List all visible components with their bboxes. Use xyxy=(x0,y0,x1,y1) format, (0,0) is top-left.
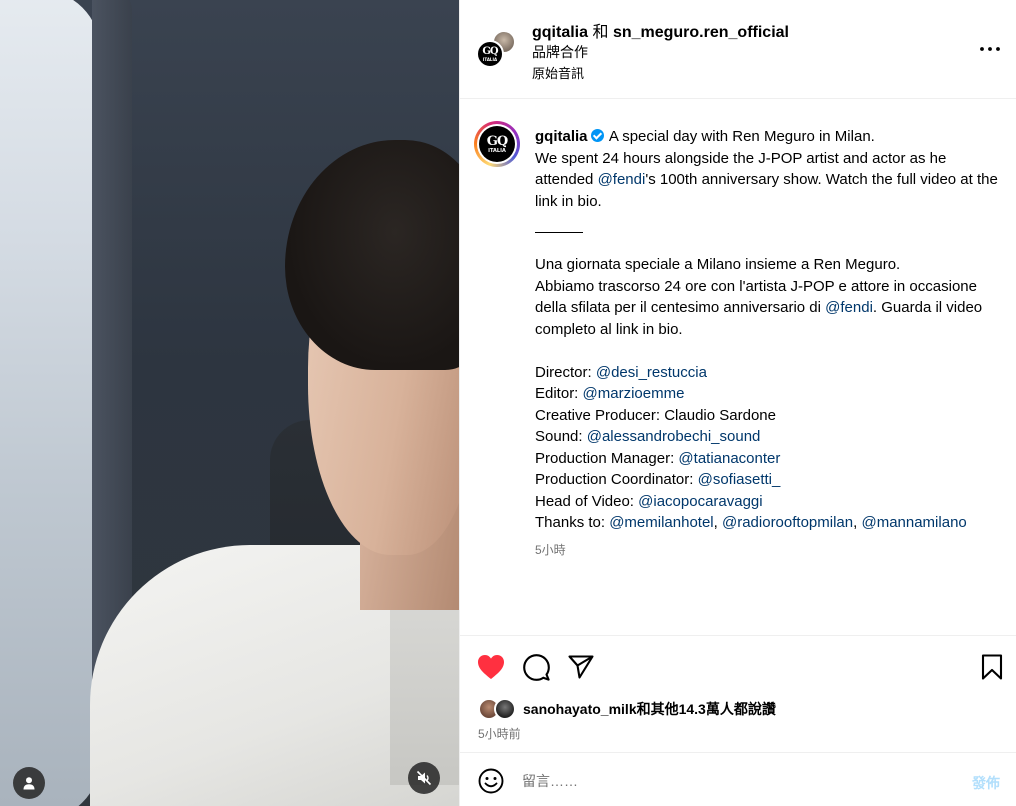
credit-mention-link[interactable]: @iacopocaravaggi xyxy=(638,493,762,510)
heart-filled-icon xyxy=(478,655,504,679)
credits-list: Director: @desi_restuccia Editor: @marzio… xyxy=(535,362,1005,534)
logo-subtext: ITALIA xyxy=(488,147,506,154)
credit-role: Production Manager: xyxy=(535,449,679,467)
post-details-panel: GQ ITALIA gqitalia 和 sn_meguro.ren_offic… xyxy=(459,0,1016,806)
caption-avatar[interactable]: GQ ITALIA xyxy=(474,121,520,167)
like-button[interactable] xyxy=(476,652,506,682)
post-comment-button[interactable]: 發佈 xyxy=(972,773,1000,793)
likes-summary[interactable]: sanohayato_milk和其他14.3萬人都說讚 xyxy=(478,698,776,720)
more-options-button[interactable] xyxy=(976,37,1004,61)
post-header: GQ ITALIA gqitalia 和 sn_meguro.ren_offic… xyxy=(460,0,1016,99)
credit-role: Creative Producer: Claudio Sardone xyxy=(535,406,776,424)
paid-partnership-label[interactable]: 品牌合作 xyxy=(532,42,588,62)
avatar-ring-inner: GQ ITALIA xyxy=(477,124,517,164)
caption-italian-paragraph: Abbiamo trascorso 24 ore con l'artista J… xyxy=(535,276,1005,341)
subject-hair xyxy=(285,140,459,370)
credit-line: Production Coordinator: @sofiasetti_ xyxy=(535,469,1005,491)
comment-button[interactable] xyxy=(521,652,551,682)
caption-english-paragraph: We spent 24 hours alongside the J-POP ar… xyxy=(535,148,1005,213)
person-icon xyxy=(23,777,35,790)
credit-line: Creative Producer: Claudio Sardone xyxy=(535,405,1005,427)
logo-text: GQ xyxy=(486,133,508,149)
comment-icon xyxy=(522,653,550,681)
caption-text: gqitalia A special day with Ren Meguro i… xyxy=(535,126,1005,561)
credit-mention-link[interactable]: @memilanhotel xyxy=(609,514,713,531)
caption-username-link[interactable]: gqitalia xyxy=(535,128,588,145)
likes-count-text[interactable]: sanohayato_milk和其他14.3萬人都說讚 xyxy=(523,699,776,719)
mention-fendi-link[interactable]: @fendi xyxy=(598,171,646,188)
bookmark-icon xyxy=(981,654,1003,680)
add-comment-bar: 發佈 xyxy=(460,754,1016,806)
credit-mention-link[interactable]: @radiorooftopmilan xyxy=(722,514,853,531)
emoji-icon[interactable] xyxy=(478,768,504,794)
comment-input[interactable] xyxy=(522,768,952,794)
credit-role: Head of Video: xyxy=(535,492,639,510)
author-names: gqitalia 和 sn_meguro.ren_official xyxy=(532,18,789,42)
credit-line: Head of Video: @iacopocaravaggi xyxy=(535,491,1005,513)
share-icon xyxy=(568,655,594,679)
credit-mention-link[interactable]: @desi_restuccia xyxy=(596,364,707,381)
author-username-link[interactable]: gqitalia xyxy=(532,24,588,41)
share-button[interactable] xyxy=(566,652,596,682)
separator-line xyxy=(535,232,583,233)
audio-muted-button[interactable] xyxy=(408,762,440,794)
speaker-muted-icon xyxy=(416,770,432,786)
credit-mention-link[interactable]: @sofiasetti_ xyxy=(698,471,781,488)
credit-role: Director: xyxy=(535,363,596,381)
credit-line: Editor: @marzioemme xyxy=(535,383,1005,405)
caption-first-line: gqitalia A special day with Ren Meguro i… xyxy=(535,126,1005,148)
credit-role: Sound: xyxy=(535,428,587,445)
post-video[interactable] xyxy=(0,0,459,806)
credit-mention-link[interactable]: @marzioemme xyxy=(583,385,685,402)
caption-line1: A special day with Ren Meguro in Milan. xyxy=(608,128,875,145)
credit-mention-link[interactable]: @tatianaconter xyxy=(678,450,780,467)
liker-avatars xyxy=(478,698,520,720)
verified-badge-icon xyxy=(590,129,604,142)
post-actions-section: sanohayato_milk和其他14.3萬人都說讚 5小時前 xyxy=(460,635,1016,753)
credit-line: Director: @desi_restuccia xyxy=(535,362,1005,384)
save-button[interactable] xyxy=(977,652,1007,682)
tagged-users-button[interactable] xyxy=(13,767,45,799)
original-audio-link[interactable]: 原始音訊 xyxy=(532,63,584,82)
caption-timestamp: 5小時 xyxy=(535,542,566,557)
more-horizontal-icon xyxy=(980,47,1000,51)
caption-it-line1: Una giornata speciale a Milano insieme a… xyxy=(535,256,901,273)
gq-italia-avatar[interactable]: GQ ITALIA xyxy=(476,40,504,68)
credit-separator: , xyxy=(713,514,722,531)
credit-role: Production Coordinator: xyxy=(535,471,698,488)
credit-mention-link[interactable]: @mannamilano xyxy=(861,514,966,531)
mention-fendi-link[interactable]: @fendi xyxy=(825,299,873,316)
post-timestamp[interactable]: 5小時前 xyxy=(478,725,521,742)
credit-line: Production Manager: @tatianaconter xyxy=(535,448,1005,470)
logo-text: GQ xyxy=(482,45,498,57)
credit-line: Sound: @alessandrobechi_sound xyxy=(535,426,1005,448)
coauthor-username-link[interactable]: sn_meguro.ren_official xyxy=(613,24,789,41)
car-window xyxy=(0,0,100,806)
credit-mention-link[interactable]: @alessandrobechi_sound xyxy=(587,428,761,445)
caption-section: GQ ITALIA gqitalia A special day with Re… xyxy=(460,99,1016,635)
credit-role: Thanks to: xyxy=(535,514,610,531)
gq-italia-logo: GQ ITALIA xyxy=(479,126,515,162)
author-avatars[interactable]: GQ ITALIA xyxy=(476,30,518,70)
liker-avatar xyxy=(494,698,516,720)
credit-line: Thanks to: @memilanhotel, @radiorooftopm… xyxy=(535,512,1005,534)
conjunction: 和 xyxy=(592,24,609,41)
logo-subtext: ITALIA xyxy=(482,56,498,62)
credit-role: Editor: xyxy=(535,385,583,402)
